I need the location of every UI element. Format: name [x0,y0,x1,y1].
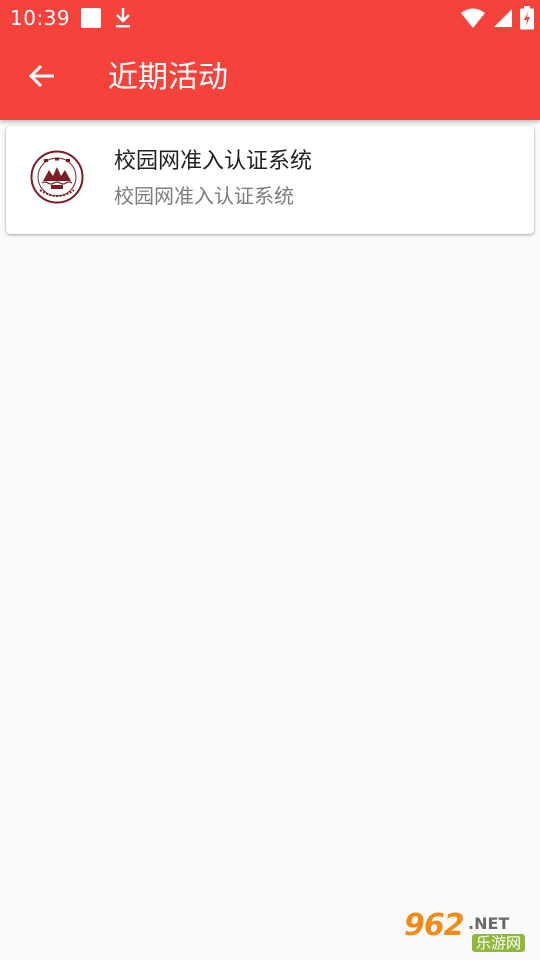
back-button[interactable] [22,58,62,98]
list-item[interactable]: 校园网准入认证系统 校园网准入认证系统 [6,126,534,234]
notification-square-icon [80,7,102,33]
watermark-logo: 962 .NET 乐游网 [402,908,532,954]
status-left-icons [80,6,134,34]
status-time: 10:39 [10,6,71,30]
watermark-number: 962 [404,908,465,943]
download-icon [112,6,134,34]
arrow-back-icon [28,62,56,94]
watermark-sub: 乐游网 [472,934,526,952]
list-item-subtitle: 校园网准入认证系统 [114,184,294,208]
app-bar: 近期活动 [0,36,540,120]
cell-signal-icon [492,7,514,33]
battery-charging-icon [520,6,534,34]
list-item-title: 校园网准入认证系统 [114,149,313,174]
status-bar: 10:39 [0,0,540,36]
university-seal-icon [30,150,84,204]
watermark-tld: .NET [468,914,510,933]
wifi-icon [460,7,486,33]
status-right-icons [460,6,534,34]
page-title: 近期活动 [108,60,228,95]
